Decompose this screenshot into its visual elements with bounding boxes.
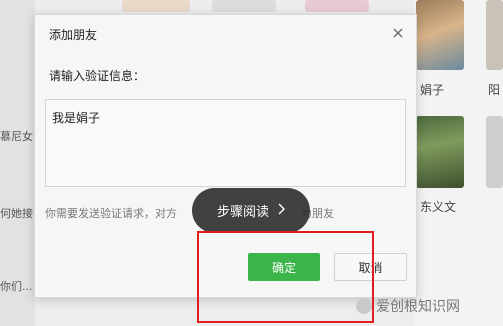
background-photo-avatar: [416, 0, 464, 70]
toast-label: 步骤阅读: [216, 205, 269, 220]
background-left-label-1: 慕尼女: [0, 130, 33, 143]
background-right-label-3: 东义文: [420, 200, 457, 214]
verification-message-input[interactable]: 我是娟子: [45, 99, 406, 187]
background-photo-trees: [416, 116, 464, 188]
chevron-right-icon: [277, 203, 285, 219]
background-left-label-3: 你们...: [0, 280, 33, 293]
background-photo-edge-2: [486, 116, 503, 188]
request-hint-start: 你需要发送验证请求，对方: [45, 207, 177, 220]
watermark-logo-icon: [356, 298, 372, 314]
background-right-label-1: 娟子: [420, 83, 445, 97]
background-left-label-2: 何她接: [0, 207, 33, 220]
background-photo-edge: [486, 0, 503, 70]
background-thumb-1: [122, 0, 190, 12]
watermark: 爱创根知识网: [356, 296, 460, 316]
close-icon[interactable]: [392, 27, 404, 39]
background-thumb-3: [305, 0, 369, 12]
watermark-text: 爱创根知识网: [376, 299, 460, 315]
highlight-annotation-box: [197, 231, 374, 323]
background-left-panel: 慕尼女 何她接 你们...: [0, 0, 35, 326]
verification-prompt: 请输入验证信息：: [49, 69, 146, 83]
step-reading-toast[interactable]: 步骤阅读: [192, 188, 310, 233]
dialog-title: 添加朋友: [49, 28, 98, 42]
background-right-label-2: 阳: [488, 83, 501, 97]
background-thumb-2: [212, 0, 276, 12]
